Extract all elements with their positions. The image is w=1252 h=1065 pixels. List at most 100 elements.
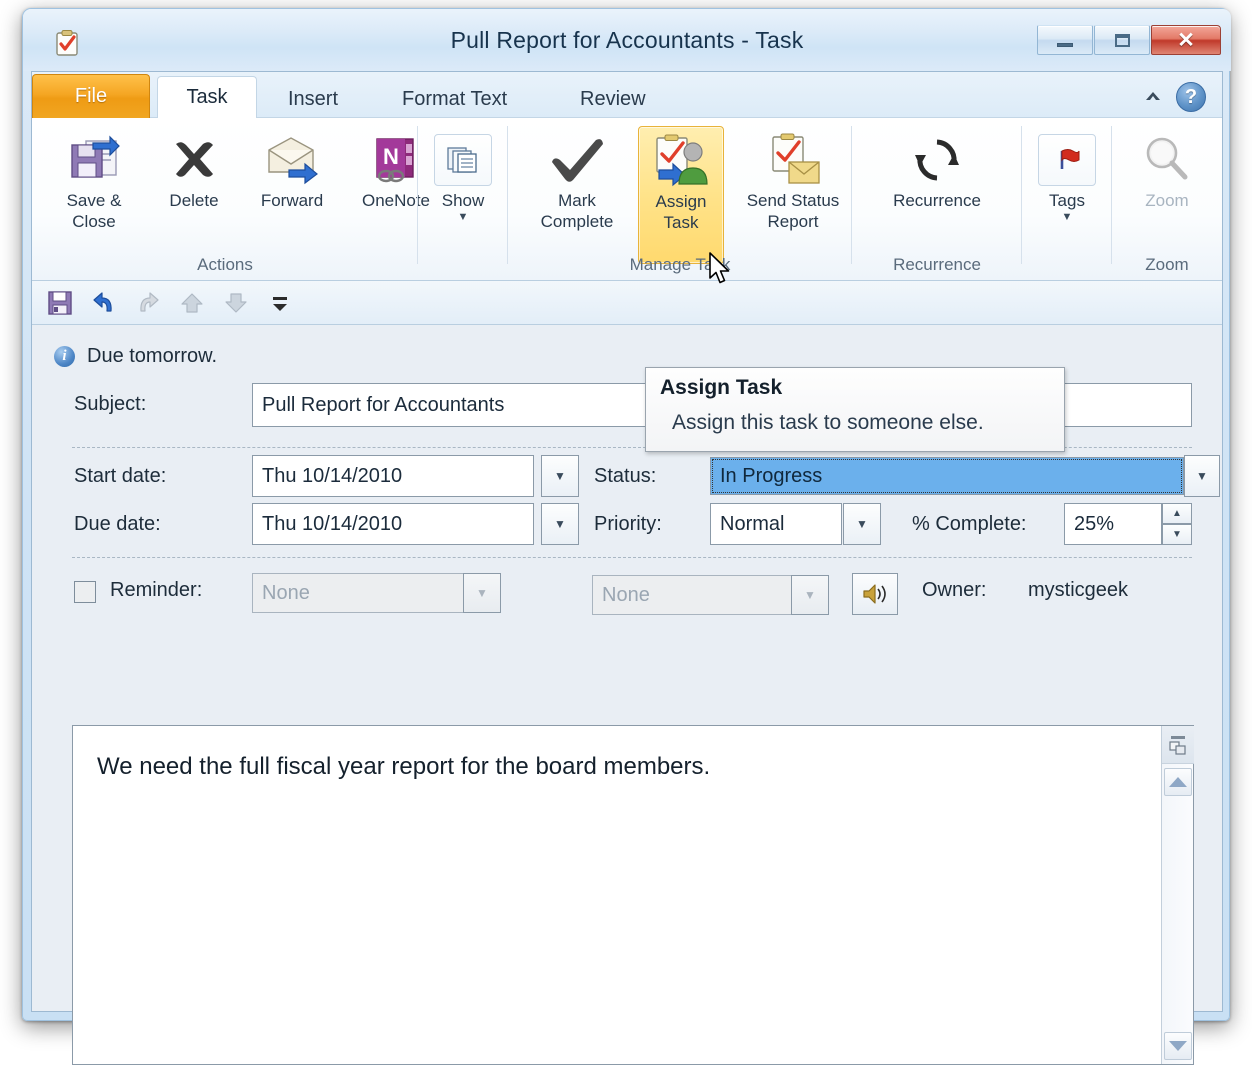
ribbon-group-actions: Save & Close Delete Forward N OneNote Ac… xyxy=(32,118,430,281)
ribbon-group-manage-task: Mark Complete Assign Task Send Status Re… xyxy=(508,118,852,281)
owner-label: Owner: xyxy=(922,579,987,601)
task-body-container: We need the full fiscal year report for … xyxy=(72,725,1194,1065)
ribbon-group-show: Show ▼ xyxy=(418,118,508,281)
scroll-down-icon xyxy=(1169,1041,1187,1051)
minimize-ribbon-icon[interactable] xyxy=(1142,88,1164,106)
ribbon-button-delete[interactable]: Delete xyxy=(150,126,238,211)
ribbon-label-line1: Assign xyxy=(655,192,707,211)
close-icon: ✕ xyxy=(1177,28,1195,52)
ribbon-label-line2: Report xyxy=(767,212,819,231)
start-date-dropdown-button[interactable]: ▼ xyxy=(541,455,579,497)
scroll-up-button[interactable] xyxy=(1164,768,1192,796)
priority-label: Priority: xyxy=(594,513,662,535)
stepper-down-icon[interactable]: ▼ xyxy=(1162,524,1192,545)
show-pages-icon xyxy=(434,130,492,190)
qat-redo-button[interactable] xyxy=(134,289,162,317)
reminder-date-dropdown-button[interactable]: ▼ xyxy=(463,573,501,613)
chevron-down-icon[interactable]: ▼ xyxy=(1062,212,1073,223)
mouse-cursor xyxy=(708,252,734,293)
ribbon-group-label-manage-task: Manage Task xyxy=(629,255,731,274)
qat-previous-item-button[interactable] xyxy=(178,289,206,317)
ribbon-button-assign-task[interactable]: Assign Task xyxy=(638,126,724,264)
form-divider xyxy=(72,557,1192,558)
reminder-time-dropdown-button[interactable]: ▼ xyxy=(791,575,829,615)
ribbon-button-mark-complete[interactable]: Mark Complete xyxy=(518,126,636,232)
minimize-icon xyxy=(1057,42,1073,47)
tab-file[interactable]: File xyxy=(32,74,150,118)
ribbon-group-tags: Tags ▼ xyxy=(1022,118,1112,281)
magnifier-icon xyxy=(1140,130,1194,190)
qat-undo-button[interactable] xyxy=(90,289,118,317)
ribbon: Save & Close Delete Forward N OneNote Ac… xyxy=(32,118,1222,281)
ribbon-tab-bar: File Task Insert Format Text Review ? xyxy=(32,72,1222,119)
due-date-input[interactable]: Thu 10/14/2010 xyxy=(252,503,534,545)
window-controls: ✕ xyxy=(1036,25,1221,57)
reminder-date-input[interactable]: None xyxy=(252,573,464,613)
speaker-sound-icon xyxy=(863,584,886,604)
ribbon-group-zoom: Zoom Zoom xyxy=(1112,118,1222,281)
tab-task[interactable]: Task xyxy=(157,76,257,119)
start-date-label: Start date: xyxy=(74,465,167,487)
due-date-dropdown-button[interactable]: ▼ xyxy=(541,503,579,545)
qat-save-button[interactable] xyxy=(46,289,74,317)
ribbon-label-line1: Show xyxy=(441,191,485,210)
ribbon-group-label-actions: Actions xyxy=(197,255,253,274)
tab-review[interactable]: Review xyxy=(562,80,664,118)
reminder-checkbox[interactable] xyxy=(74,581,96,603)
split-window-button[interactable] xyxy=(1162,726,1194,764)
scroll-down-button[interactable] xyxy=(1164,1032,1192,1060)
percent-complete-input[interactable]: 25% xyxy=(1064,503,1162,545)
body-vertical-scrollbar[interactable] xyxy=(1161,726,1194,1064)
ribbon-label-line1: Forward xyxy=(260,191,324,210)
tab-insert[interactable]: Insert xyxy=(270,80,356,118)
close-button[interactable]: ✕ xyxy=(1151,25,1221,55)
due-date-label: Due date: xyxy=(74,513,161,535)
ribbon-button-forward[interactable]: Forward xyxy=(238,126,346,211)
qat-customize-button[interactable] xyxy=(266,289,294,317)
ribbon-group-recurrence: Recurrence Recurrence xyxy=(852,118,1022,281)
ribbon-label-line1: Zoom xyxy=(1145,191,1189,210)
recurrence-circular-arrows-icon xyxy=(909,130,965,190)
ribbon-button-send-status-report[interactable]: Send Status Report xyxy=(726,126,860,232)
start-date-input[interactable]: Thu 10/14/2010 xyxy=(252,455,534,497)
ribbon-label-line2: Close xyxy=(72,212,116,231)
task-body-text[interactable]: We need the full fiscal year report for … xyxy=(97,752,1097,782)
qat-next-item-button[interactable] xyxy=(222,289,250,317)
tab-format-text[interactable]: Format Text xyxy=(384,80,525,118)
ribbon-label-line2: Complete xyxy=(540,212,614,231)
status-dropdown-button[interactable]: ▼ xyxy=(1184,455,1220,497)
title-bar[interactable]: Pull Report for Accountants - Task ✕ xyxy=(23,9,1231,71)
reminder-time-input[interactable]: None xyxy=(592,575,792,615)
reminder-sound-button[interactable] xyxy=(852,573,898,615)
stepper-up-icon[interactable]: ▲ xyxy=(1162,503,1192,524)
minimize-button[interactable] xyxy=(1037,25,1093,55)
assign-task-icon xyxy=(651,131,711,191)
checkmark-icon xyxy=(546,130,608,190)
desktop-background: Pull Report for Accountants - Task ✕ Fil… xyxy=(0,0,1252,1065)
ribbon-group-label-recurrence: Recurrence xyxy=(893,255,981,274)
ribbon-button-recurrence[interactable]: Recurrence xyxy=(860,126,1014,211)
window-client-area: File Task Insert Format Text Review ? Sa… xyxy=(31,71,1223,1065)
ribbon-label-line1: Recurrence xyxy=(893,191,981,210)
ribbon-button-save-close[interactable]: Save & Close xyxy=(46,126,142,232)
ribbon-label-line1: Save & xyxy=(66,191,122,210)
forward-envelope-icon xyxy=(263,130,321,190)
ribbon-button-tags[interactable]: Tags ▼ xyxy=(1022,126,1112,223)
priority-combobox[interactable]: Normal xyxy=(710,503,842,545)
status-combobox[interactable]: In Progress xyxy=(710,457,1184,495)
percent-complete-stepper[interactable]: ▲ ▼ xyxy=(1162,503,1192,545)
help-button[interactable]: ? xyxy=(1176,82,1206,112)
delete-x-icon xyxy=(167,130,221,190)
ribbon-label-line2: Task xyxy=(663,213,699,232)
maximize-button[interactable] xyxy=(1094,25,1150,55)
chevron-down-icon[interactable]: ▼ xyxy=(458,212,469,223)
ribbon-button-zoom[interactable]: Zoom xyxy=(1112,126,1222,211)
ribbon-label-line1: Tags xyxy=(1049,191,1085,210)
assign-task-tooltip: Assign Task Assign this task to someone … xyxy=(645,367,1065,452)
red-flag-icon xyxy=(1038,130,1096,190)
ribbon-group-label-zoom: Zoom xyxy=(1145,255,1189,274)
maximize-icon xyxy=(1114,33,1130,47)
ribbon-button-show[interactable]: Show ▼ xyxy=(418,126,508,223)
priority-dropdown-button[interactable]: ▼ xyxy=(843,503,881,545)
ribbon-label-line1: Delete xyxy=(169,191,219,210)
